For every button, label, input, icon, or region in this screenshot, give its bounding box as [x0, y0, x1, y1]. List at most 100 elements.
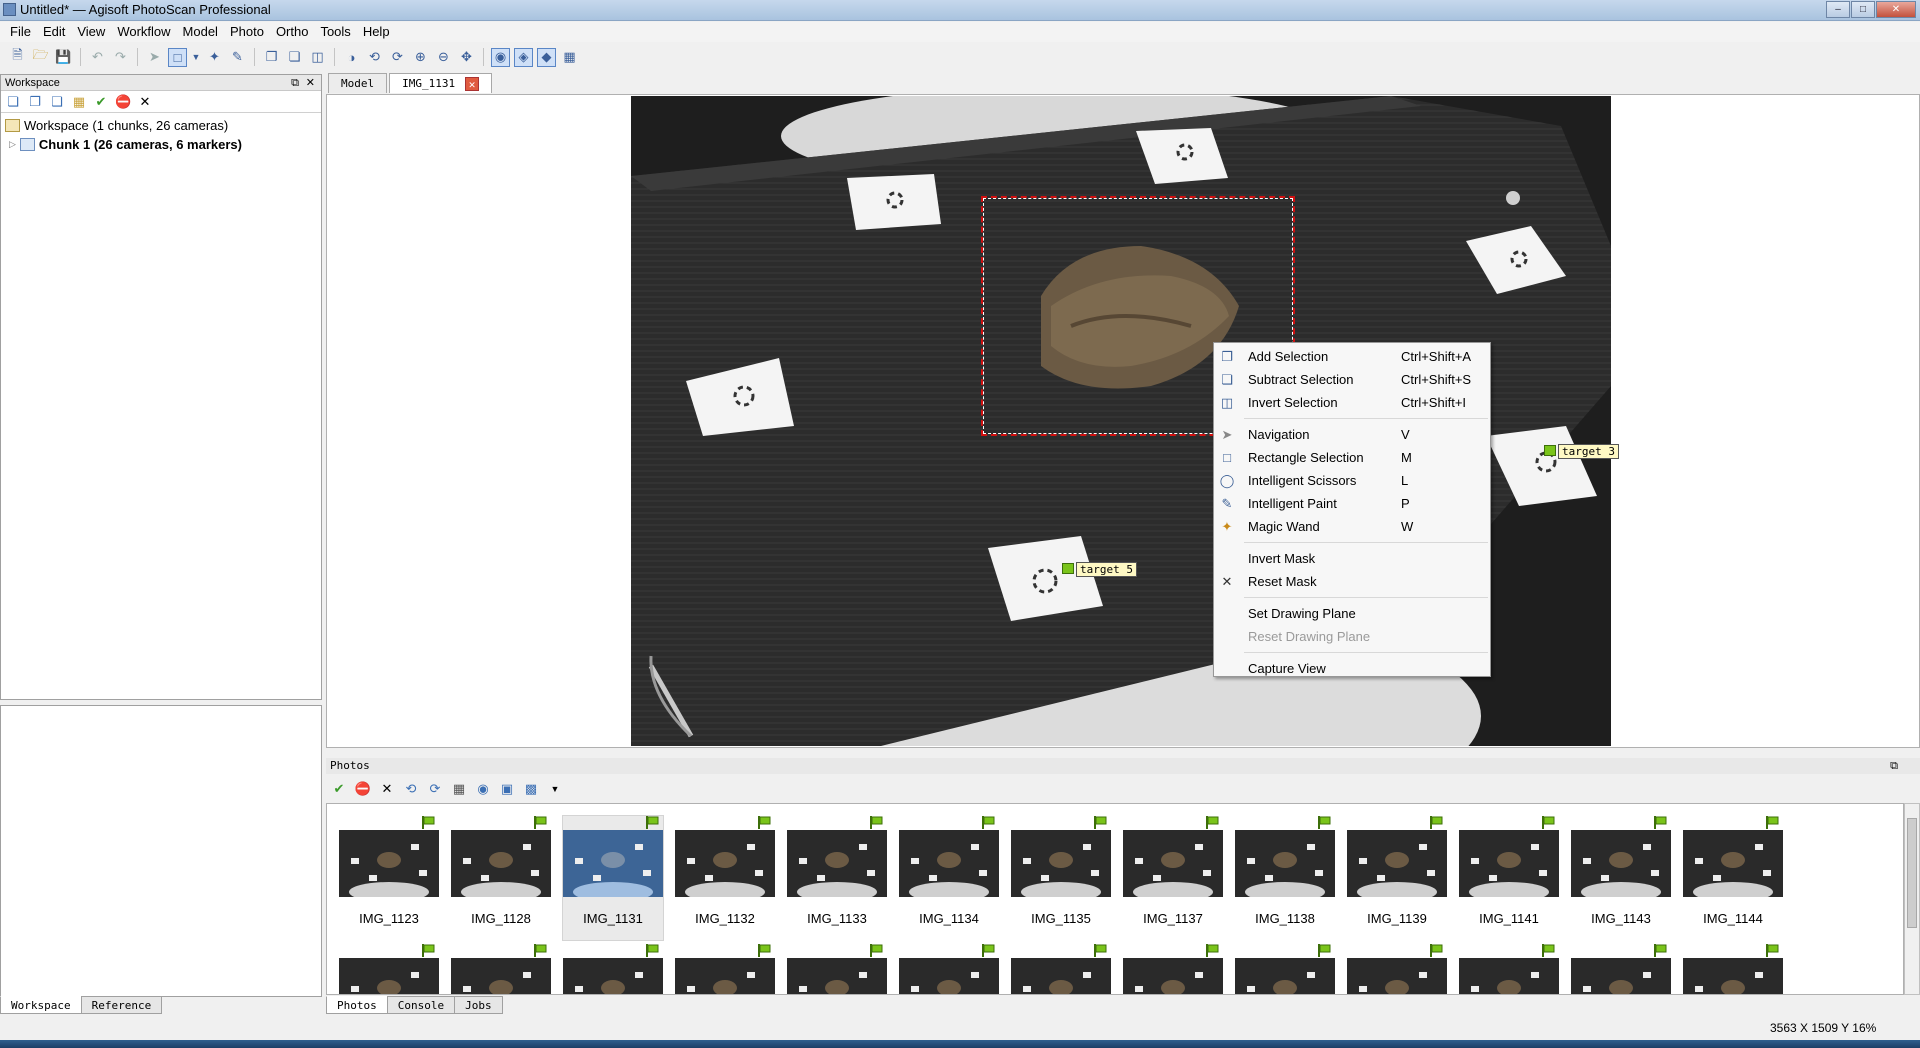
photo-thumbnail[interactable]: IMG_1143 [1571, 816, 1671, 940]
tab-reference[interactable]: Reference [80, 996, 163, 1014]
filter-icon[interactable]: ▦ [450, 780, 468, 798]
add-folder-icon[interactable]: ❑ [49, 94, 65, 110]
marker-flag-target-3[interactable] [1544, 445, 1556, 456]
rect-select-icon[interactable]: □ [168, 47, 187, 67]
tab-jobs[interactable]: Jobs [454, 996, 503, 1014]
expand-arrow-icon[interactable]: ▷ [9, 139, 16, 150]
photo-thumbnail[interactable] [1347, 944, 1447, 994]
photo-thumbnail[interactable] [787, 944, 887, 994]
float-pane-icon[interactable]: ⧉ [291, 75, 299, 91]
tab-console[interactable]: Console [386, 996, 456, 1014]
undo-icon[interactable]: ↶ [88, 48, 107, 67]
open-icon[interactable]: 🗁 [31, 47, 50, 67]
close-tab-icon[interactable]: ✕ [465, 76, 480, 91]
reset-view-icon[interactable]: ✥ [457, 48, 476, 67]
rotate-right-icon[interactable]: ⟳ [426, 780, 444, 798]
menu-item-magic-wand[interactable]: ✦ Magic Wand W [1214, 515, 1490, 538]
remove-icon[interactable]: ✕ [378, 780, 396, 798]
enable-icon[interactable]: ✔ [330, 780, 348, 798]
photo-thumbnail[interactable] [451, 944, 551, 994]
photo-thumbnail[interactable]: IMG_1134 [899, 816, 999, 940]
invert-selection-icon[interactable]: ◫ [308, 48, 327, 67]
subtract-selection-icon[interactable]: ❏ [285, 48, 304, 67]
photo-thumbnail[interactable] [1011, 944, 1111, 994]
tab-model[interactable]: Model [328, 73, 388, 93]
add-selection-icon[interactable]: ❐ [262, 48, 281, 67]
show-shapes-icon[interactable]: ◆ [537, 47, 556, 67]
photo-thumbnail[interactable] [563, 944, 663, 994]
photo-thumbnail[interactable]: IMG_1123 [339, 816, 439, 940]
tab-image[interactable]: IMG_1131 ✕ [389, 73, 493, 93]
menu-model[interactable]: Model [177, 22, 224, 42]
selection-dropdown-icon[interactable]: ▼ [191, 48, 201, 67]
add-chunk-icon[interactable]: ❏ [5, 94, 21, 110]
add-photos-icon[interactable]: ❐ [27, 94, 43, 110]
menu-item-intelligent-scissors[interactable]: ◯ Intelligent Scissors L [1214, 469, 1490, 492]
menu-item-capture-view[interactable]: Capture View [1214, 657, 1490, 680]
tab-workspace[interactable]: Workspace [0, 996, 82, 1014]
photo-thumbnail[interactable]: IMG_1128 [451, 816, 551, 940]
marker-tool-icon[interactable]: ✦ [205, 48, 224, 67]
menu-item-rectangle-selection[interactable]: □ Rectangle Selection M [1214, 446, 1490, 469]
show-markers-icon[interactable]: ◉ [491, 47, 510, 67]
tab-photos[interactable]: Photos [326, 996, 388, 1014]
menu-help[interactable]: Help [357, 22, 396, 42]
remove-icon[interactable]: ✕ [137, 94, 153, 110]
close-pane-icon[interactable]: ✕ [306, 75, 315, 91]
photo-thumbnail[interactable] [1683, 944, 1783, 994]
photo-thumbnail[interactable]: IMG_1131 [562, 815, 664, 941]
navigation-icon[interactable]: ➤ [145, 48, 164, 67]
menu-item-reset-mask[interactable]: ✕ Reset Mask [1214, 570, 1490, 593]
disable-icon[interactable]: ⛔ [354, 780, 372, 798]
marker-flag-target-5[interactable] [1062, 563, 1074, 574]
zoom-in-icon[interactable]: ⊕ [411, 48, 430, 67]
scrollbar-thumb[interactable] [1907, 818, 1917, 928]
save-icon[interactable]: 💾 [54, 48, 73, 67]
photo-thumbnail[interactable]: IMG_1144 [1683, 816, 1783, 940]
view-mode-icon[interactable]: ▩ [522, 780, 540, 798]
rotate-right-icon[interactable]: ⟳ [388, 48, 407, 67]
photo-thumbnail[interactable]: IMG_1137 [1123, 816, 1223, 940]
photo-thumbnail[interactable]: IMG_1139 [1347, 816, 1447, 940]
menu-workflow[interactable]: Workflow [111, 22, 176, 42]
menu-item-set-drawing-plane[interactable]: Set Drawing Plane [1214, 602, 1490, 625]
maximize-button[interactable]: □ [1851, 1, 1875, 18]
photo-thumbnail[interactable] [1571, 944, 1671, 994]
menu-item-invert-mask[interactable]: Invert Mask [1214, 547, 1490, 570]
menu-item-invert-selection[interactable]: ◫ Invert Selection Ctrl+Shift+I [1214, 391, 1490, 414]
photo-thumbnail[interactable]: IMG_1132 [675, 816, 775, 940]
menu-photo[interactable]: Photo [224, 22, 270, 42]
photo-thumbnail[interactable]: IMG_1133 [787, 816, 887, 940]
menu-item-subtract-selection[interactable]: ❏ Subtract Selection Ctrl+Shift+S [1214, 368, 1490, 391]
menu-item-add-selection[interactable]: ❐ Add Selection Ctrl+Shift+A [1214, 345, 1490, 368]
rotate-left-icon[interactable]: ⟲ [365, 48, 384, 67]
menu-tools[interactable]: Tools [314, 22, 356, 42]
photo-thumbnail[interactable] [1235, 944, 1335, 994]
minimize-button[interactable]: – [1826, 1, 1850, 18]
contrast-icon[interactable]: ◑ [342, 48, 361, 67]
tree-chunk[interactable]: ▷ Chunk 1 (26 cameras, 6 markers) [5, 135, 317, 154]
menu-file[interactable]: File [4, 22, 37, 42]
close-button[interactable]: ✕ [1876, 1, 1916, 18]
photo-thumbnail[interactable] [1123, 944, 1223, 994]
camera-icon[interactable]: ▣ [498, 780, 516, 798]
photos-scrollbar[interactable] [1904, 803, 1920, 995]
mask-icon[interactable]: ◉ [474, 780, 492, 798]
photo-thumbnail[interactable] [1459, 944, 1559, 994]
redo-icon[interactable]: ↷ [111, 48, 130, 67]
menu-view[interactable]: View [71, 22, 111, 42]
photo-thumbnail[interactable]: IMG_1141 [1459, 816, 1559, 940]
menu-edit[interactable]: Edit [37, 22, 71, 42]
rotate-left-icon[interactable]: ⟲ [402, 780, 420, 798]
zoom-out-icon[interactable]: ⊖ [434, 48, 453, 67]
tree-root[interactable]: Workspace (1 chunks, 26 cameras) [5, 116, 317, 135]
chevron-down-icon[interactable]: ▼ [546, 780, 564, 798]
disable-icon[interactable]: ⛔ [115, 94, 131, 110]
import-icon[interactable]: ▦ [71, 94, 87, 110]
show-masks-icon[interactable]: ◈ [514, 47, 533, 67]
menu-ortho[interactable]: Ortho [270, 22, 315, 42]
float-pane-icon[interactable]: ⧉ [1890, 758, 1898, 774]
menu-item-navigation[interactable]: ➤ Navigation V [1214, 423, 1490, 446]
photo-thumbnail[interactable]: IMG_1138 [1235, 816, 1335, 940]
photo-thumbnail[interactable] [675, 944, 775, 994]
